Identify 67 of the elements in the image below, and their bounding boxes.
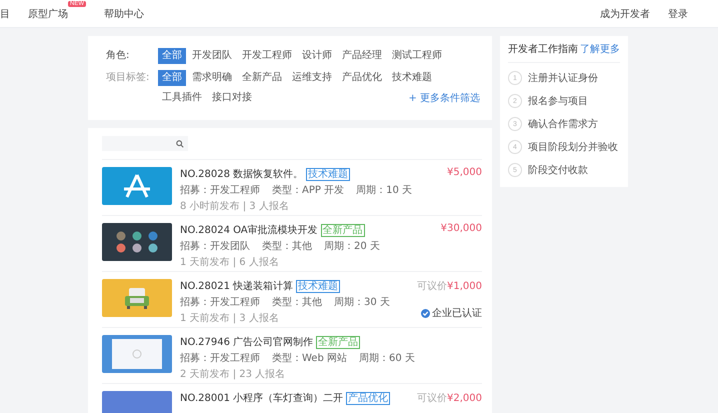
more-filters-link[interactable]: + 更多条件筛选 bbox=[408, 91, 480, 105]
filter-option[interactable]: 产品优化 bbox=[338, 70, 386, 86]
filter-option[interactable]: 开发工程师 bbox=[238, 48, 296, 64]
app-grid-icon bbox=[115, 230, 159, 254]
project-price: 可议价¥1,000 bbox=[417, 280, 482, 293]
verified-check-icon bbox=[421, 308, 430, 318]
filter-option[interactable]: 开发团队 bbox=[188, 48, 236, 64]
project-detail: 类型：Web 网站 bbox=[272, 352, 347, 365]
posted-info: 1 天前发布 | 3 人报名 bbox=[180, 312, 280, 325]
project-title[interactable]: NO.28001 小程序（车灯查询）二开 bbox=[180, 391, 344, 405]
project-detail: 周期：30 天 bbox=[334, 296, 390, 309]
nav-link[interactable]: 原型广场 bbox=[28, 6, 68, 20]
filter-label: 项目标签: bbox=[106, 70, 150, 85]
project-tag: 全新产品 bbox=[320, 224, 365, 236]
project-price: 可议价¥2,000 bbox=[417, 392, 482, 405]
step-label: 项目阶段划分并验收 bbox=[528, 140, 618, 154]
project-tag: 产品优化 bbox=[346, 392, 390, 404]
project-detail: 类型：其他 bbox=[272, 296, 322, 309]
project-title[interactable]: NO.27946 广告公司官网制作 bbox=[180, 335, 314, 349]
project-title[interactable]: NO.28028 数据恢复软件。 bbox=[180, 167, 304, 181]
armchair-icon bbox=[124, 286, 150, 310]
nav-link[interactable]: 帮助中心 bbox=[104, 6, 144, 20]
step-label: 确认合作需求方 bbox=[528, 118, 598, 131]
filter-option[interactable]: 产品经理 bbox=[338, 48, 386, 64]
filter-option[interactable]: 工具插件 bbox=[158, 90, 206, 106]
project-detail: 周期：20 天 bbox=[324, 240, 380, 253]
browser-window-icon bbox=[112, 339, 162, 369]
posted-info: 2 天前发布 | 23 人报名 bbox=[180, 368, 286, 381]
posted-info: 8 小时前发布 | 3 人报名 bbox=[180, 200, 290, 213]
learn-more-link[interactable]: 了解更多 bbox=[580, 42, 620, 56]
filter-option[interactable]: 技术难题 bbox=[388, 70, 436, 86]
filter-option[interactable]: 全部 bbox=[158, 48, 186, 64]
nav-link[interactable]: 目 bbox=[0, 6, 10, 20]
nav-link[interactable]: 登录 bbox=[668, 6, 688, 20]
project-detail: 招募：开发工程师 bbox=[180, 352, 260, 365]
project-title[interactable]: NO.28024 OA审批流模块开发 bbox=[180, 223, 318, 237]
project-detail: 周期：60 天 bbox=[358, 352, 415, 365]
certification-label: 企业已认证 bbox=[432, 306, 482, 320]
project-price: ¥30,000 bbox=[440, 223, 482, 234]
filter-option[interactable]: 测试工程师 bbox=[388, 48, 446, 64]
project-tag: 全新产品 bbox=[316, 336, 360, 348]
project-detail: 周期：10 天 bbox=[356, 184, 412, 197]
app-icon bbox=[122, 173, 152, 199]
project-detail: 招募：开发工程师 bbox=[180, 184, 260, 197]
project-title[interactable]: NO.28021 快递装箱计算 bbox=[180, 279, 294, 293]
filter-option[interactable]: 接口对接 bbox=[208, 90, 256, 106]
project-detail: 招募：开发工程师 bbox=[180, 296, 260, 309]
project-detail: 类型：其他 bbox=[262, 240, 312, 253]
project-tag: 技术难题 bbox=[306, 168, 350, 180]
search-field[interactable] bbox=[102, 136, 188, 151]
filter-label: 角色: bbox=[106, 49, 130, 63]
filter-option[interactable]: 需求明确 bbox=[188, 70, 236, 86]
project-tag: 技术难题 bbox=[296, 280, 340, 292]
project-detail: 类型：APP 开发 bbox=[272, 184, 344, 197]
project-price: ¥5,000 bbox=[447, 167, 482, 178]
step-label: 注册并认证身份 bbox=[528, 72, 598, 85]
filter-option[interactable]: 设计师 bbox=[298, 48, 336, 64]
filter-option[interactable]: 全新产品 bbox=[238, 70, 286, 86]
project-detail: 招募：开发团队 bbox=[180, 240, 250, 253]
filter-option[interactable]: 运维支持 bbox=[288, 70, 336, 86]
filter-option[interactable]: 全部 bbox=[158, 70, 186, 86]
posted-info: 1 天前发布 | 6 人报名 bbox=[180, 256, 280, 269]
step-label: 阶段交付收款 bbox=[528, 164, 588, 177]
step-label: 报名参与项目 bbox=[528, 94, 588, 108]
search-icon bbox=[176, 140, 184, 148]
guide-title: 开发者工作指南 bbox=[508, 42, 578, 56]
nav-link[interactable]: 成为开发者 bbox=[600, 6, 650, 20]
